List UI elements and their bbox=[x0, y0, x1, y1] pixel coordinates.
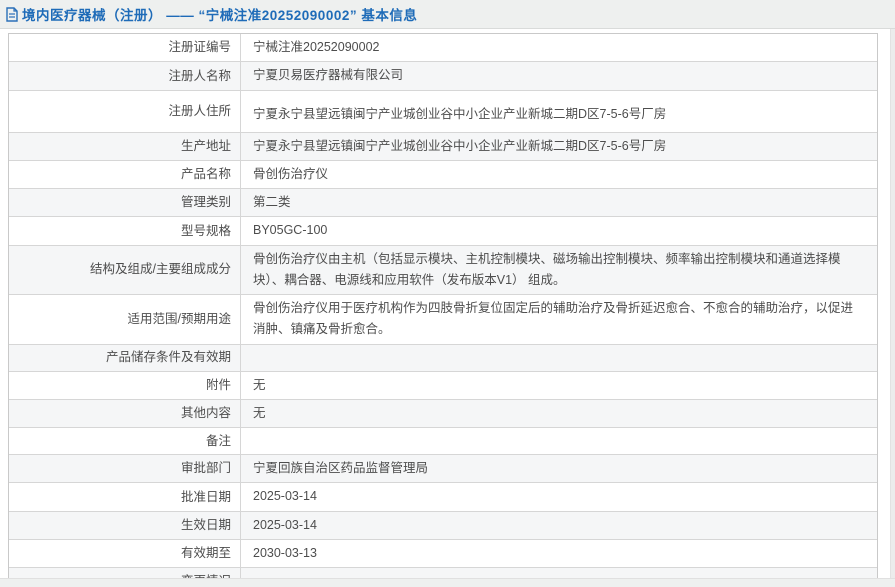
registration-info-table: 注册证编号 宁械注准20252090002 注册人名称 宁夏贝易医疗器械有限公司… bbox=[8, 33, 878, 587]
row-label: 有效期至 bbox=[9, 539, 241, 567]
table-row-attachments: 附件 无 bbox=[9, 371, 877, 400]
row-label: 其他内容 bbox=[9, 399, 241, 427]
row-value: 宁夏永宁县望远镇闽宁产业城创业谷中小企业产业新城二期D区7-5-6号厂房 bbox=[253, 107, 667, 122]
table-row-production-address: 生产地址 宁夏永宁县望远镇闽宁产业城创业谷中小企业产业新城二期D区7-5-6号厂… bbox=[9, 132, 877, 161]
table-row-approval-department: 审批部门 宁夏回族自治区药品监督管理局 bbox=[9, 455, 877, 484]
table-row-registrant-name: 注册人名称 宁夏贝易医疗器械有限公司 bbox=[9, 62, 877, 91]
table-row-expiry-date: 有效期至 2030-03-13 bbox=[9, 539, 877, 568]
row-value bbox=[241, 428, 877, 454]
table-row-intended-use: 适用范围/预期用途 骨创伤治疗仪用于医疗机构作为四肢骨折复位固定后的辅助治疗及骨… bbox=[9, 295, 877, 345]
row-value: BY05GC-100 bbox=[253, 223, 328, 238]
row-label: 适用范围/预期用途 bbox=[9, 295, 241, 344]
table-row-product-name: 产品名称 骨创伤治疗仪 bbox=[9, 160, 877, 189]
row-value: 2025-03-14 bbox=[253, 517, 317, 532]
row-value bbox=[241, 345, 877, 371]
row-label: 注册人名称 bbox=[9, 62, 241, 90]
row-label: 生产地址 bbox=[9, 132, 241, 160]
table-row-registration-number: 注册证编号 宁械注准20252090002 bbox=[9, 34, 877, 63]
row-label: 注册人住所 bbox=[9, 90, 241, 132]
row-value: 骨创伤治疗仪用于医疗机构作为四肢骨折复位固定后的辅助治疗及骨折延迟愈合、不愈合的… bbox=[253, 301, 854, 337]
table-row-other-content: 其他内容 无 bbox=[9, 399, 877, 428]
row-value: 宁夏回族自治区药品监督管理局 bbox=[253, 461, 429, 475]
row-label: 审批部门 bbox=[9, 455, 241, 483]
row-value: 第二类 bbox=[253, 195, 291, 209]
row-value: 无 bbox=[253, 377, 266, 392]
page-title: 境内医疗器械（注册） —— “宁械注准20252090002” 基本信息 bbox=[22, 8, 418, 23]
row-value: 骨创伤治疗仪 bbox=[253, 166, 329, 181]
table-row-structure-composition: 结构及组成/主要组成成分 骨创伤治疗仪由主机（包括显示模块、主机控制模块、磁场输… bbox=[9, 245, 877, 295]
row-value: 宁夏永宁县望远镇闽宁产业城创业谷中小企业产业新城二期D区7-5-6号厂房 bbox=[253, 138, 667, 153]
row-label: 型号规格 bbox=[9, 217, 241, 245]
table-row-effective-date: 生效日期 2025-03-14 bbox=[9, 511, 877, 540]
row-label: 产品储存条件及有效期 bbox=[9, 344, 241, 371]
table-row-storage-conditions: 产品储存条件及有效期 bbox=[9, 344, 877, 372]
row-label: 批准日期 bbox=[9, 483, 241, 511]
table-row-management-class: 管理类别 第二类 bbox=[9, 189, 877, 218]
row-value: 宁夏贝易医疗器械有限公司 bbox=[253, 68, 404, 83]
row-value: 骨创伤治疗仪由主机（包括显示模块、主机控制模块、磁场输出控制模块、频率输出控制模… bbox=[253, 251, 841, 287]
row-label: 生效日期 bbox=[9, 511, 241, 539]
page-header: 境内医疗器械（注册） —— “宁械注准20252090002” 基本信息 bbox=[0, 0, 895, 29]
table-row-registrant-address: 注册人住所 宁夏永宁县望远镇闽宁产业城创业谷中小企业产业新城二期D区7-5-6号… bbox=[9, 90, 877, 133]
row-value: 无 bbox=[253, 405, 266, 420]
table-row-remarks: 备注 bbox=[9, 428, 877, 455]
row-label: 注册证编号 bbox=[9, 34, 241, 62]
row-label: 产品名称 bbox=[9, 160, 241, 188]
row-value: 2025-03-14 bbox=[253, 489, 317, 504]
table-row-model-spec: 型号规格 BY05GC-100 bbox=[9, 217, 877, 246]
next-section-band bbox=[0, 578, 895, 587]
row-label: 管理类别 bbox=[9, 189, 241, 217]
row-value: 2030-03-13 bbox=[253, 545, 317, 560]
row-label: 附件 bbox=[9, 371, 241, 399]
document-icon bbox=[6, 6, 18, 22]
table-row-approval-date: 批准日期 2025-03-14 bbox=[9, 483, 877, 512]
row-label: 备注 bbox=[9, 428, 241, 454]
scrollbar[interactable] bbox=[890, 29, 895, 587]
row-value: 宁械注准20252090002 bbox=[253, 40, 380, 54]
row-label: 结构及组成/主要组成成分 bbox=[9, 245, 241, 294]
